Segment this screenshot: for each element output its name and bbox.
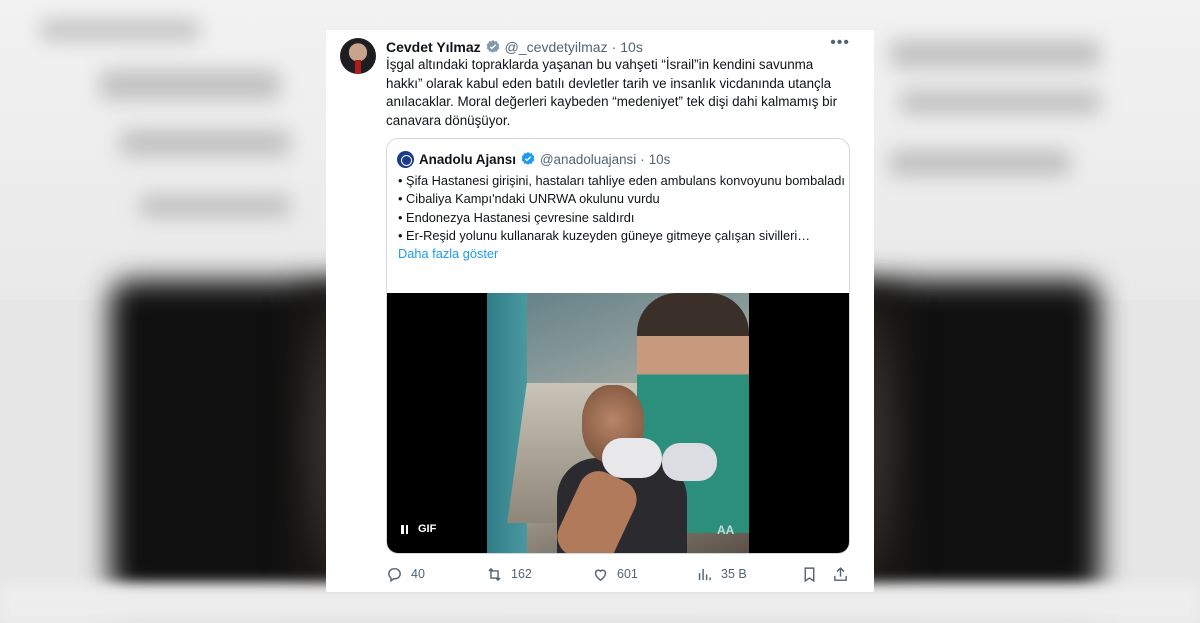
quote-header: Anadolu Ajansı @anadoluajansi · 10s [397,150,670,168]
repost-icon [488,567,501,581]
pause-icon[interactable] [401,524,408,534]
heart-icon [594,569,607,581]
quote-line: • Er-Reşid yolunu kullanarak kuzeyden gü… [398,227,811,243]
share-icon [834,566,847,581]
separator-dot: · [611,39,617,55]
verified-badge-icon [485,39,501,55]
views-count: 35 B [721,567,747,581]
gif-controls[interactable]: GIF [401,523,436,535]
reply-icon [388,567,401,582]
like-button[interactable]: 601 [592,564,638,584]
action-bar: 40 162 601 35 B [386,564,856,584]
verified-badge-icon [520,151,536,167]
quoted-tweet[interactable]: Anadolu Ajansı @anadoluajansi · 10s • Şi… [386,138,850,554]
tweet-card[interactable]: Cevdet Yılmaz @_cevdetyilmaz · 10s ••• İ… [326,30,874,592]
repost-count: 162 [511,567,532,581]
gif-badge: GIF [418,523,437,535]
quote-avatar [397,150,414,168]
like-count: 601 [617,567,638,581]
share-button[interactable] [832,564,857,584]
separator-dot: · [640,151,645,167]
author-name[interactable]: Cevdet Yılmaz [386,39,481,55]
bookmark-button[interactable] [801,564,826,584]
author-handle[interactable]: @_cevdetyilmaz [505,39,608,55]
repost-button[interactable]: 162 [486,564,532,584]
reply-count: 40 [411,567,425,581]
reply-button[interactable]: 40 [386,564,425,584]
more-horizontal-icon[interactable]: ••• [830,34,850,52]
views-button[interactable]: 35 B [696,564,747,584]
gif-media[interactable]: AA GIF [387,293,849,553]
quote-author-name: Anadolu Ajansı [419,151,516,167]
views-chart-icon [698,568,711,580]
quote-line: • Cibaliya Kampı'ndaki UNRWA okulunu vur… [398,191,660,207]
tweet-time[interactable]: 10s [620,39,643,55]
quote-handle: @anadoluajansi [539,151,637,167]
quote-line: • Endonezya Hastanesi çevresine saldırdı [398,209,635,225]
tweet-text: İşgal altındaki topraklarda yaşanan bu v… [386,57,838,128]
tweet-header: Cevdet Yılmaz @_cevdetyilmaz · 10s [386,37,643,57]
avatar[interactable] [340,38,376,74]
media-watermark: AA [717,523,735,537]
quote-line: • Şifa Hastanesi girişini, hastaları tah… [398,173,845,188]
media-photo: AA [487,293,749,553]
show-more-link[interactable]: Daha fazla göster [398,245,848,263]
quote-time: 10s [648,151,671,167]
bookmark-icon [804,566,815,582]
quote-text: • Şifa Hastanesi girişini, hastaları tah… [398,172,848,263]
